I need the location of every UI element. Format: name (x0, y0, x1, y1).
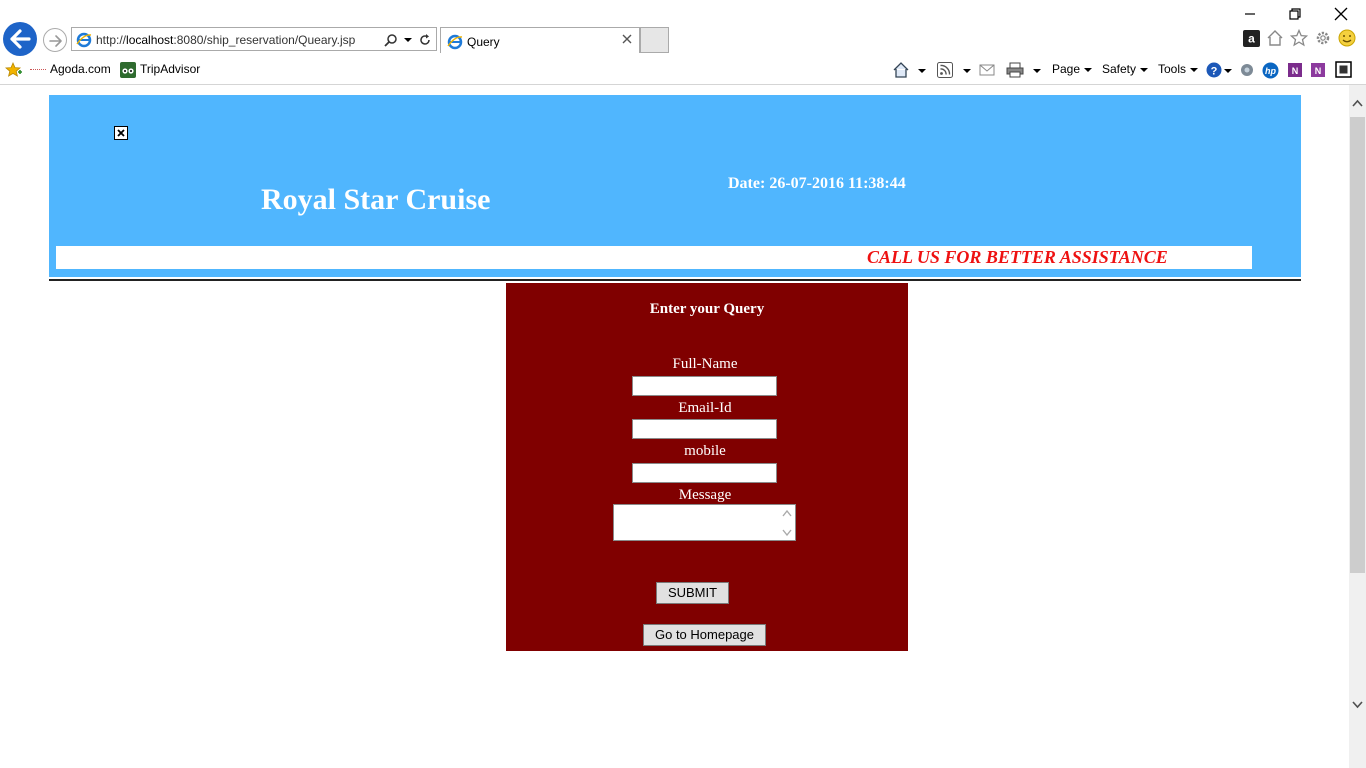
svg-text:?: ? (1211, 66, 1218, 78)
safety-menu[interactable]: Safety (1102, 62, 1149, 76)
star-icon[interactable] (1290, 29, 1308, 47)
browser-chrome: http://localhost:8080/ship_reservation/Q… (0, 0, 1366, 85)
add-favorites-icon[interactable] (5, 62, 23, 78)
print-icon[interactable] (1006, 62, 1024, 78)
email-input[interactable] (632, 419, 777, 439)
browser-right-toolbar: a (1243, 29, 1356, 47)
chevron-down-icon (1190, 67, 1199, 72)
scroll-down-icon[interactable] (1352, 701, 1363, 709)
research-addon-icon[interactable] (1239, 62, 1255, 78)
spinner-icon[interactable] (781, 508, 793, 538)
mobile-input[interactable] (632, 463, 777, 483)
address-bar[interactable]: http://localhost:8080/ship_reservation/Q… (71, 27, 437, 51)
date-time: Date: 26-07-2016 11:38:44 (728, 175, 906, 192)
smiley-icon[interactable] (1338, 29, 1356, 47)
svg-text:N: N (1315, 66, 1322, 76)
ie-logo-icon (447, 34, 463, 50)
back-button[interactable] (3, 22, 37, 56)
amazon-icon[interactable]: a (1243, 29, 1260, 47)
help-dropdown-icon[interactable] (1224, 69, 1232, 73)
go-to-homepage-button[interactable]: Go to Homepage (643, 624, 766, 646)
message-label: Message (678, 487, 732, 503)
ie-logo-icon (76, 32, 92, 48)
print-dropdown-icon[interactable] (1033, 69, 1041, 73)
svg-text:hp: hp (1265, 66, 1276, 76)
tab-title: Query (467, 35, 500, 49)
fullname-label: Full-Name (672, 356, 738, 372)
svg-text:a: a (1248, 31, 1255, 45)
chevron-down-icon (1140, 67, 1149, 72)
gear-icon[interactable] (1314, 29, 1332, 47)
mail-icon[interactable] (979, 63, 995, 77)
close-window-icon[interactable] (1330, 4, 1352, 24)
favorites-separator (30, 69, 46, 70)
scroll-up-icon[interactable] (1352, 99, 1363, 107)
address-tools (384, 31, 432, 49)
tripadvisor-icon (120, 62, 136, 78)
home-icon[interactable] (892, 61, 910, 79)
svg-text:N: N (1292, 66, 1299, 76)
fullname-input[interactable] (632, 376, 777, 396)
forward-button[interactable] (43, 28, 67, 52)
address-url: http://localhost:8080/ship_reservation/Q… (96, 33, 356, 47)
header-divider (49, 279, 1301, 281)
page-menu-label: Page (1052, 62, 1081, 76)
chevron-down-icon (1084, 67, 1093, 72)
site-title: Royal Star Cruise (261, 183, 491, 216)
home-icon[interactable] (1266, 29, 1284, 47)
send-to-onenote-icon[interactable] (1335, 61, 1352, 78)
onenote-linked-icon[interactable]: N (1310, 62, 1326, 78)
feeds-icon[interactable] (937, 62, 953, 78)
tab-query[interactable]: Query (440, 27, 640, 53)
restore-icon[interactable] (1284, 4, 1306, 24)
submit-button[interactable]: SUBMIT (656, 582, 729, 604)
email-label: Email-Id (678, 400, 732, 416)
new-tab-button[interactable] (640, 27, 669, 53)
marquee-text: CALL US FOR BETTER ASSISTANCE (867, 247, 1168, 267)
search-dropdown-icon[interactable] (404, 38, 412, 42)
minimize-icon[interactable] (1239, 4, 1261, 24)
home-dropdown-icon[interactable] (918, 69, 926, 73)
favorite-tripadvisor[interactable]: TripAdvisor (140, 62, 200, 76)
tools-menu[interactable]: Tools (1158, 62, 1199, 76)
forward-arrow-icon (49, 35, 62, 47)
favorite-agoda[interactable]: Agoda.com (50, 62, 111, 76)
feeds-dropdown-icon[interactable] (963, 69, 971, 73)
search-icon[interactable] (384, 33, 398, 47)
vertical-scrollbar[interactable] (1349, 85, 1366, 768)
broken-image-icon (114, 126, 128, 140)
form-heading: Enter your Query (649, 301, 765, 317)
marquee-banner: CALL US FOR BETTER ASSISTANCE (56, 246, 1252, 269)
mobile-label: mobile (684, 443, 726, 459)
safety-menu-label: Safety (1102, 62, 1137, 76)
page-menu[interactable]: Page (1052, 62, 1093, 76)
hp-icon[interactable]: hp (1262, 62, 1279, 79)
close-tab-icon[interactable] (621, 33, 633, 45)
chrome-divider (0, 84, 1366, 85)
scroll-thumb[interactable] (1350, 117, 1365, 573)
refresh-icon[interactable] (418, 33, 432, 47)
help-icon[interactable]: ? (1206, 62, 1222, 78)
query-form: Enter your Query Full-Name Email-Id mobi… (506, 283, 908, 651)
tools-menu-label: Tools (1158, 62, 1187, 76)
site-header: Royal Star Cruise Date: 26-07-2016 11:38… (49, 95, 1301, 277)
favorites-bar: Agoda.com TripAdvisor Page Safety Tools … (0, 56, 1366, 84)
message-textarea[interactable] (613, 504, 796, 541)
onenote-icon[interactable]: N (1287, 62, 1303, 78)
back-arrow-icon (10, 29, 31, 49)
